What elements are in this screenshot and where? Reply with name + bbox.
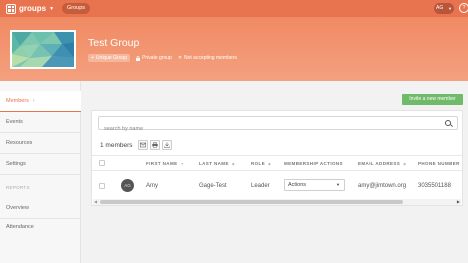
column-label: LAST NAME <box>199 161 229 166</box>
sidebar-item-settings[interactable]: Settings <box>0 154 81 175</box>
membership-label: Not accepting members <box>184 55 237 61</box>
envelope-icon <box>140 142 146 148</box>
group-cover-image <box>10 30 76 69</box>
sidebar-item-events[interactable]: Events <box>0 112 81 133</box>
sidebar-item-resources[interactable]: Resources <box>0 133 81 154</box>
membership-status: ✕ Not accepting members <box>178 55 237 61</box>
group-header: Test Group + Unique Group Private group … <box>0 17 468 81</box>
cell-first-name: Amy <box>146 183 158 189</box>
column-last-name[interactable]: LAST NAME ◆ <box>199 161 235 166</box>
email-button[interactable] <box>138 140 148 150</box>
groups-logo[interactable]: groups ▼ <box>6 3 54 14</box>
column-email[interactable]: EMAIL ADDRESS ◆ <box>358 161 406 166</box>
group-meta: + Unique Group Private group ✕ Not accep… <box>88 54 237 62</box>
unique-group-tag: + Unique Group <box>88 54 131 62</box>
scroll-left-icon[interactable]: ◀ <box>94 199 97 204</box>
cell-email: amy@jimtown.org <box>358 183 407 189</box>
table-row: AG Amy Gage-Test Leader Actions ▼ amy@ji… <box>92 172 462 199</box>
membership-actions-select[interactable]: Actions ▼ <box>284 179 345 191</box>
column-label: FIRST NAME <box>146 161 178 166</box>
group-title: Test Group <box>88 37 140 49</box>
privacy-status: Private group <box>136 55 172 61</box>
select-all-checkbox[interactable] <box>99 160 105 166</box>
printer-icon <box>152 142 158 148</box>
logo-grid-icon <box>6 3 16 14</box>
nav-groups-button[interactable]: Groups <box>62 3 91 14</box>
sidebar-item-label: Attendance <box>6 224 34 230</box>
sidebar-item-label: Events <box>6 119 23 125</box>
close-icon: ✕ <box>177 55 183 61</box>
tag-label: Unique Group <box>95 55 128 61</box>
members-panel: 1 members FIRST NAME▼ LAST NAME◆ ROLE◆ M… <box>91 110 463 206</box>
download-icon <box>164 142 170 148</box>
sidebar-item-overview[interactable]: Overview <box>0 198 81 219</box>
sidebar: Members › Events Resources Settings REPOR… <box>0 81 81 263</box>
sort-icon: ◆ <box>403 162 407 166</box>
search-box <box>98 116 458 135</box>
user-initials: AG <box>436 5 444 11</box>
user-menu[interactable]: AG ▼ <box>434 3 454 14</box>
horizontal-scrollbar[interactable]: ◀ ▶ <box>93 199 461 205</box>
column-label: ROLE <box>251 161 266 166</box>
cell-role: Leader <box>251 183 270 189</box>
sidebar-item-label: Members <box>6 98 29 104</box>
row-checkbox[interactable] <box>99 183 105 189</box>
avatar: AG <box>121 179 134 192</box>
scrollbar-thumb[interactable] <box>100 200 403 204</box>
chevron-down-icon: ▼ <box>49 5 55 12</box>
table-header: FIRST NAME ▼ LAST NAME ◆ ROLE ◆ MEMBERSHIP … <box>92 156 462 171</box>
search-icon[interactable] <box>445 120 451 126</box>
sort-icon: ▼ <box>180 162 185 166</box>
scroll-right-icon[interactable]: ▶ <box>457 199 460 204</box>
chevron-down-icon: ▼ <box>448 6 452 11</box>
top-bar: groups ▼ Groups AG ▼ ? <box>0 0 468 17</box>
cell-last-name: Gage-Test <box>199 183 227 189</box>
chevron-right-icon: › <box>32 98 35 104</box>
reports-heading: REPORTS <box>6 185 30 190</box>
column-role[interactable]: ROLE ◆ <box>251 161 271 166</box>
privacy-label: Private group <box>142 55 172 61</box>
caret-down-icon: ▼ <box>336 182 340 187</box>
column-membership-actions: MEMBERSHIP ACTIONS <box>284 161 343 166</box>
print-button[interactable] <box>150 140 160 150</box>
sidebar-item-attendance[interactable]: Attendance <box>0 217 81 238</box>
lock-icon <box>136 55 141 61</box>
sidebar-item-label: Overview <box>6 205 29 211</box>
logo-text: groups <box>19 4 47 13</box>
sort-icon: ◆ <box>231 162 235 166</box>
sidebar-item-members[interactable]: Members › <box>0 91 81 112</box>
search-input[interactable] <box>99 123 429 135</box>
column-first-name[interactable]: FIRST NAME ▼ <box>146 161 184 166</box>
sidebar-item-label: Resources <box>6 140 33 146</box>
member-count: 1 members <box>100 142 133 149</box>
download-button[interactable] <box>162 140 172 150</box>
column-phone: PHONE NUMBER <box>418 161 460 166</box>
column-label: EMAIL ADDRESS <box>358 161 401 166</box>
cell-phone: 3035501188 <box>418 183 451 189</box>
actions-value: Actions <box>288 182 307 188</box>
invite-member-button[interactable]: Invite a new member <box>402 94 463 105</box>
sidebar-item-label: Settings <box>6 161 26 167</box>
plus-icon: + <box>91 55 94 61</box>
sort-icon: ◆ <box>268 162 272 166</box>
help-icon[interactable]: ? <box>459 3 468 13</box>
